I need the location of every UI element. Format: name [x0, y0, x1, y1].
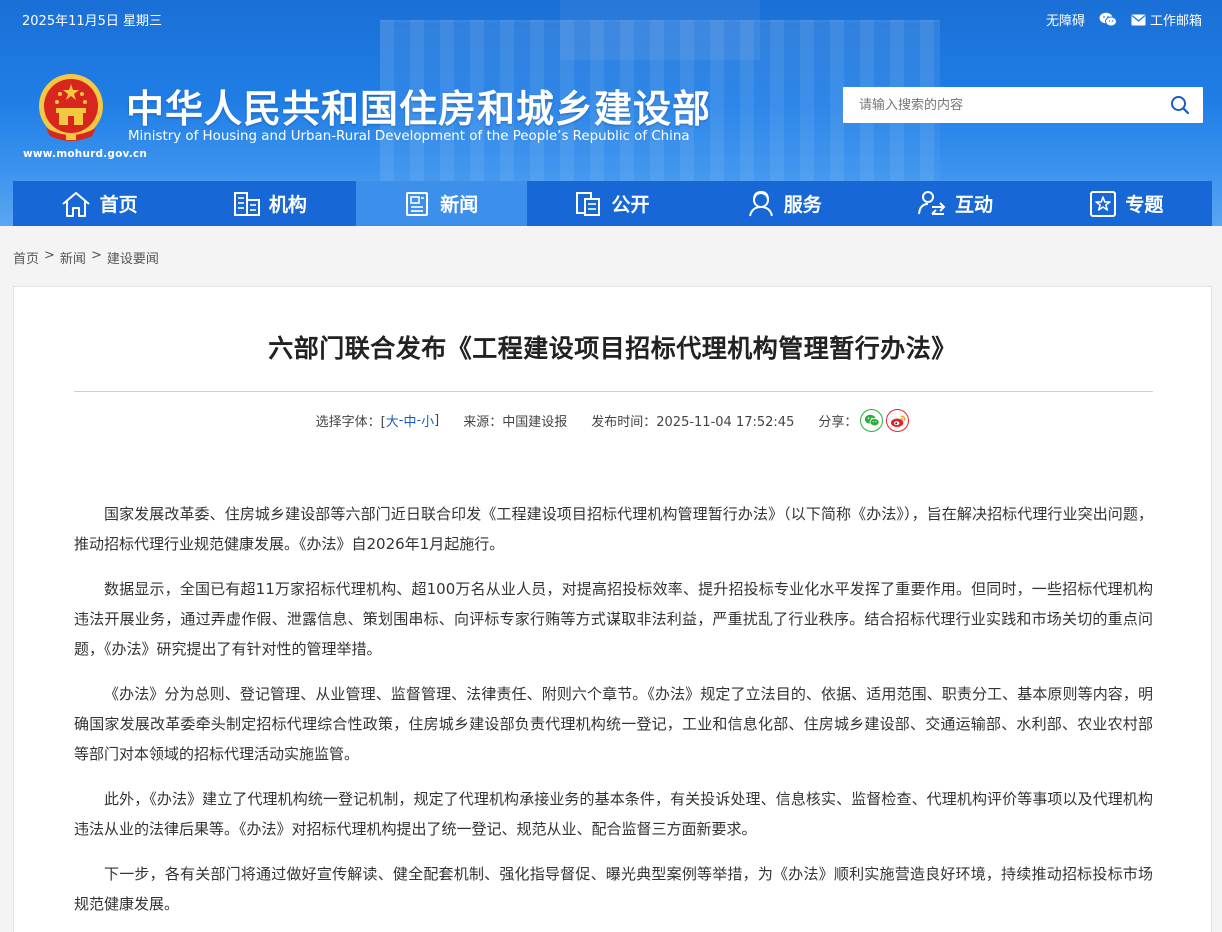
nav-label-topic: 专题: [1125, 194, 1164, 216]
search-input[interactable]: [843, 87, 1157, 123]
nav-label-organization: 机构: [268, 194, 307, 216]
font-size-label: 选择字体：[: [315, 415, 386, 430]
article-paragraph: 下一步，各有关部门将通过做好宣传解读、健全配套机制、强化指导督促、曝光典型案例等…: [74, 865, 1153, 913]
mail-icon: [1131, 14, 1146, 25]
article-content: 国家发展改革委、住房城乡建设部等六部门近日联合印发《工程建设项目招标代理机构管理…: [74, 499, 1153, 932]
accessibility-link[interactable]: 无障碍: [1046, 10, 1085, 29]
header-building-backdrop-top: [560, 0, 760, 60]
publish-time: 发布时间：2025-11-04 17:52:45: [591, 415, 795, 430]
work-mail-label: 工作邮箱: [1149, 14, 1202, 29]
font-size-medium[interactable]: 中: [403, 411, 416, 430]
home-icon: [61, 191, 90, 217]
nav-label-service: 服务: [783, 194, 822, 216]
nav-item-topic[interactable]: 专题: [1041, 181, 1212, 226]
wechat-icon: [1099, 12, 1117, 27]
topbar-links: 无障碍 工作邮箱: [1046, 10, 1202, 29]
wechat-icon: [864, 414, 880, 427]
title-divider: [74, 391, 1153, 392]
share-wechat-button[interactable]: [860, 409, 884, 432]
font-size-small[interactable]: 小: [421, 411, 434, 430]
disclosure-icon: [576, 191, 601, 216]
article-paragraph: 数据显示，全国已有超11万家招标代理机构、超100万名从业人员，对提高招投标效率…: [74, 580, 1153, 658]
service-icon: [748, 190, 773, 216]
article-paragraph: 《办法》分为总则、登记管理、从业管理、监督管理、法律责任、附则六个章节。《办法》…: [74, 685, 1153, 763]
article-paragraph: 此外，《办法》建立了代理机构统一登记机制，规定了代理机构承接业务的基本条件，有关…: [74, 790, 1153, 838]
news-icon: [406, 191, 429, 216]
topic-icon: [1090, 190, 1117, 217]
organization-icon: [233, 191, 260, 216]
breadcrumb-current[interactable]: 建设要闻: [107, 248, 159, 267]
weibo-icon: [890, 414, 906, 427]
share-weibo-button[interactable]: [886, 409, 910, 432]
nav-label-home: 首页: [99, 194, 138, 216]
breadcrumb-home[interactable]: 首页: [13, 248, 39, 267]
share-group: 分享：: [818, 409, 910, 432]
nav-label-disclosure: 公开: [611, 194, 650, 216]
article-meta: 选择字体：[ 大 - 中 - 小 ] 来源：中国建设报 发布时间：2025-11…: [14, 409, 1211, 432]
font-size-selector: 选择字体：[ 大 - 中 - 小 ]: [316, 411, 440, 430]
search-button[interactable]: [1157, 87, 1203, 123]
nav-item-news[interactable]: 新闻: [355, 181, 527, 226]
current-date: 2025年11月5日 星期三: [22, 14, 163, 29]
nav-label-news: 新闻: [440, 194, 479, 216]
nav-item-disclosure[interactable]: 公开: [527, 181, 698, 226]
site-subtitle: Ministry of Housing and Urban-Rural Deve…: [128, 129, 690, 144]
nav-item-home[interactable]: 首页: [13, 181, 184, 226]
article-source: 来源：中国建设报: [463, 415, 568, 430]
article-paragraph: 国家发展改革委、住房城乡建设部等六部门近日联合印发《工程建设项目招标代理机构管理…: [74, 505, 1153, 553]
font-size-large[interactable]: 大: [386, 411, 399, 430]
article-panel: 六部门联合发布《工程建设项目招标代理机构管理暂行办法》 选择字体：[ 大 - 中…: [13, 286, 1212, 932]
nav-item-interaction[interactable]: 互动: [869, 181, 1040, 226]
share-label: 分享：: [818, 415, 858, 430]
breadcrumb-separator: >: [90, 248, 102, 263]
interaction-icon: [918, 190, 946, 215]
breadcrumb-news[interactable]: 新闻: [60, 248, 86, 267]
breadcrumb: 首页 > 新闻 > 建设要闻: [13, 248, 159, 267]
work-mail-link[interactable]: 工作邮箱: [1131, 10, 1202, 29]
nav-item-organization[interactable]: 机构: [184, 181, 355, 226]
nav-label-interaction: 互动: [955, 194, 994, 216]
wechat-link[interactable]: [1099, 12, 1117, 27]
main-nav: 首页 机构 新闻 公开 服务 互动 专题: [13, 181, 1212, 226]
national-emblem-logo[interactable]: [38, 72, 104, 144]
site-title[interactable]: 中华人民共和国住房和城乡建设部: [126, 78, 711, 133]
font-size-close: ]: [434, 413, 440, 428]
site-domain: www.mohurd.gov.cn: [23, 148, 148, 160]
search-icon: [1171, 96, 1190, 115]
breadcrumb-separator: >: [44, 248, 55, 263]
nav-item-service[interactable]: 服务: [698, 181, 869, 226]
article-title: 六部门联合发布《工程建设项目招标代理机构管理暂行办法》: [268, 334, 957, 363]
search-box: [843, 87, 1203, 123]
